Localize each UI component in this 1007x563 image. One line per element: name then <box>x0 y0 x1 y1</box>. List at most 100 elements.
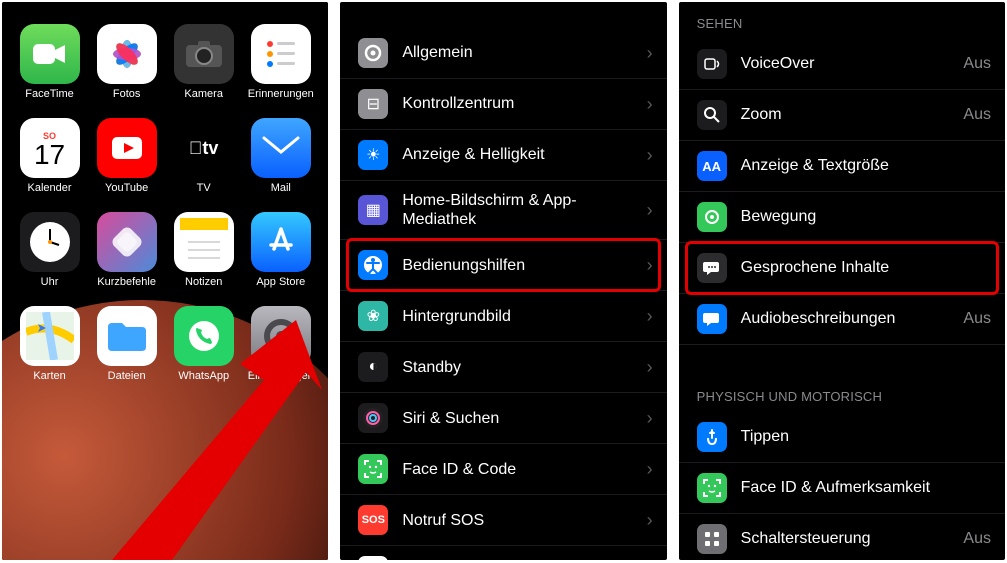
red-arrow-annotation <box>112 320 322 560</box>
settings-row-home-bildschirm-app-mediathek[interactable]: ▦ Home-Bildschirm & App-Mediathek › <box>340 181 666 240</box>
settings-panel: Allgemein › ⊟ Kontrollzentrum › ☀ Anzeig… <box>340 2 666 560</box>
gear-icon <box>358 38 388 68</box>
access-row-anzeige-textgr-e[interactable]: AA Anzeige & Textgröße <box>679 141 1005 192</box>
app-uhr[interactable]: Uhr <box>16 212 83 288</box>
app-label: App Store <box>256 276 305 288</box>
chevron-right-icon: › <box>647 145 653 166</box>
settings-row-allgemein[interactable]: Allgemein › <box>340 28 666 79</box>
audio-desc-icon <box>697 304 727 334</box>
settings-row-siri-suchen[interactable]: Siri & Suchen › <box>340 393 666 444</box>
faceid-icon <box>358 454 388 484</box>
app-fotos[interactable]: Fotos <box>93 24 160 100</box>
app-erinnerungen[interactable]: Erinnerungen <box>247 24 314 100</box>
row-label: Gesprochene Inhalte <box>741 258 991 277</box>
settings-row-standby[interactable]: ◐ Standby › <box>340 342 666 393</box>
settings-row-hintergrundbild[interactable]: ❀ Hintergrundbild › <box>340 291 666 342</box>
app-label: Fotos <box>113 88 141 100</box>
app-kurzbefehle[interactable]: Kurzbefehle <box>93 212 160 288</box>
app-label: Kurzbefehle <box>97 276 156 288</box>
chevron-right-icon: › <box>647 306 653 327</box>
settings-row-notruf-sos[interactable]: SOS Notruf SOS › <box>340 495 666 546</box>
exposure-icon <box>358 556 388 560</box>
shortcuts-icon <box>97 212 157 272</box>
app-label: Erinnerungen <box>248 88 314 100</box>
row-label: Home-Bildschirm & App-Mediathek <box>402 191 640 229</box>
flower-alt-icon: ❀ <box>358 301 388 331</box>
access-row-zoom[interactable]: Zoom Aus <box>679 90 1005 141</box>
faceid-icon <box>697 473 727 503</box>
app-mail[interactable]: Mail <box>247 118 314 194</box>
app-label: Uhr <box>41 276 59 288</box>
app-kamera[interactable]: Kamera <box>170 24 237 100</box>
settings-row-kontrollzentrum[interactable]: ⊟ Kontrollzentrum › <box>340 79 666 130</box>
row-label: Allgemein <box>402 43 640 62</box>
row-label: Siri & Suchen <box>402 409 640 428</box>
notes-icon <box>174 212 234 272</box>
app-kalender[interactable]: SO17 Kalender <box>16 118 83 194</box>
row-label: Standby <box>402 358 640 377</box>
app-facetime[interactable]: FaceTime <box>16 24 83 100</box>
access-row-tippen[interactable]: Tippen <box>679 412 1005 463</box>
appletv-icon: tv <box>174 118 234 178</box>
row-value: Aus <box>963 530 991 548</box>
row-label: Schaltersteuerung <box>741 529 958 548</box>
clock-icon <box>20 212 80 272</box>
app-label: Karten <box>33 370 65 382</box>
row-label: Kontrollzentrum <box>402 94 640 113</box>
chevron-right-icon: › <box>647 43 653 64</box>
appstore-icon <box>251 212 311 272</box>
app-label: Kalender <box>28 182 72 194</box>
row-label: Zoom <box>741 105 958 124</box>
section-gap <box>679 345 1005 375</box>
section-header: PHYSISCH UND MOTORISCH <box>679 375 1005 412</box>
standby-icon: ◐ <box>358 352 388 382</box>
access-row-gesprochene-inhalte[interactable]: Gesprochene Inhalte <box>679 243 1005 294</box>
aa-icon: AA <box>697 151 727 181</box>
row-value: Aus <box>963 55 991 73</box>
row-label: Face ID & Code <box>402 460 640 479</box>
access-row-voiceover[interactable]: VoiceOver Aus <box>679 39 1005 90</box>
maps-icon <box>20 306 80 366</box>
chevron-right-icon: › <box>647 510 653 531</box>
app-label: YouTube <box>105 182 148 194</box>
app-app-store[interactable]: App Store <box>247 212 314 288</box>
row-label: Audiobeschreibungen <box>741 309 958 328</box>
chevron-right-icon: › <box>647 357 653 378</box>
app-youtube[interactable]: YouTube <box>93 118 160 194</box>
chevron-right-icon: › <box>647 408 653 429</box>
accessibility-panel: SEHEN VoiceOver Aus Zoom Aus AA Anzeige … <box>679 2 1005 560</box>
access-row-face-id-aufmerksamkeit[interactable]: Face ID & Aufmerksamkeit <box>679 463 1005 514</box>
row-label: Hintergrundbild <box>402 307 640 326</box>
app-label: TV <box>197 182 211 194</box>
access-row-audiobeschreibungen[interactable]: Audiobeschreibungen Aus <box>679 294 1005 345</box>
access-row-schaltersteuerung[interactable]: Schaltersteuerung Aus <box>679 514 1005 560</box>
row-label: Tippen <box>741 427 991 446</box>
speech-icon <box>697 253 727 283</box>
settings-row-begegnungsmitteilungen[interactable]: Begegnungsmitteilungen › <box>340 546 666 560</box>
chevron-right-icon: › <box>647 459 653 480</box>
row-label: Face ID & Aufmerksamkeit <box>741 478 991 497</box>
touch-icon <box>697 422 727 452</box>
row-label: Anzeige & Textgröße <box>741 156 991 175</box>
siri-icon <box>358 403 388 433</box>
app-label: Mail <box>271 182 291 194</box>
chevron-right-icon: › <box>647 94 653 115</box>
homescreen-panel: FaceTime Fotos Kamera Erinnerungen SO17 … <box>2 2 328 560</box>
app-label: Notizen <box>185 276 222 288</box>
row-label: Bewegung <box>741 207 991 226</box>
sun-icon: ☀ <box>358 140 388 170</box>
settings-row-face-id-code[interactable]: Face ID & Code › <box>340 444 666 495</box>
list-icon <box>251 24 311 84</box>
settings-row-anzeige-helligkeit[interactable]: ☀ Anzeige & Helligkeit › <box>340 130 666 181</box>
app-karten[interactable]: Karten <box>16 306 83 382</box>
app-notizen[interactable]: Notizen <box>170 212 237 288</box>
settings-row-bedienungshilfen[interactable]: Bedienungshilfen › <box>340 240 666 291</box>
row-value: Aus <box>963 106 991 124</box>
switch-icon <box>697 524 727 554</box>
access-row-bewegung[interactable]: Bewegung <box>679 192 1005 243</box>
zoom-icon <box>697 100 727 130</box>
motion-icon <box>697 202 727 232</box>
chevron-right-icon: › <box>647 255 653 276</box>
chevron-right-icon: › <box>647 200 653 221</box>
app-tv[interactable]: tv TV <box>170 118 237 194</box>
